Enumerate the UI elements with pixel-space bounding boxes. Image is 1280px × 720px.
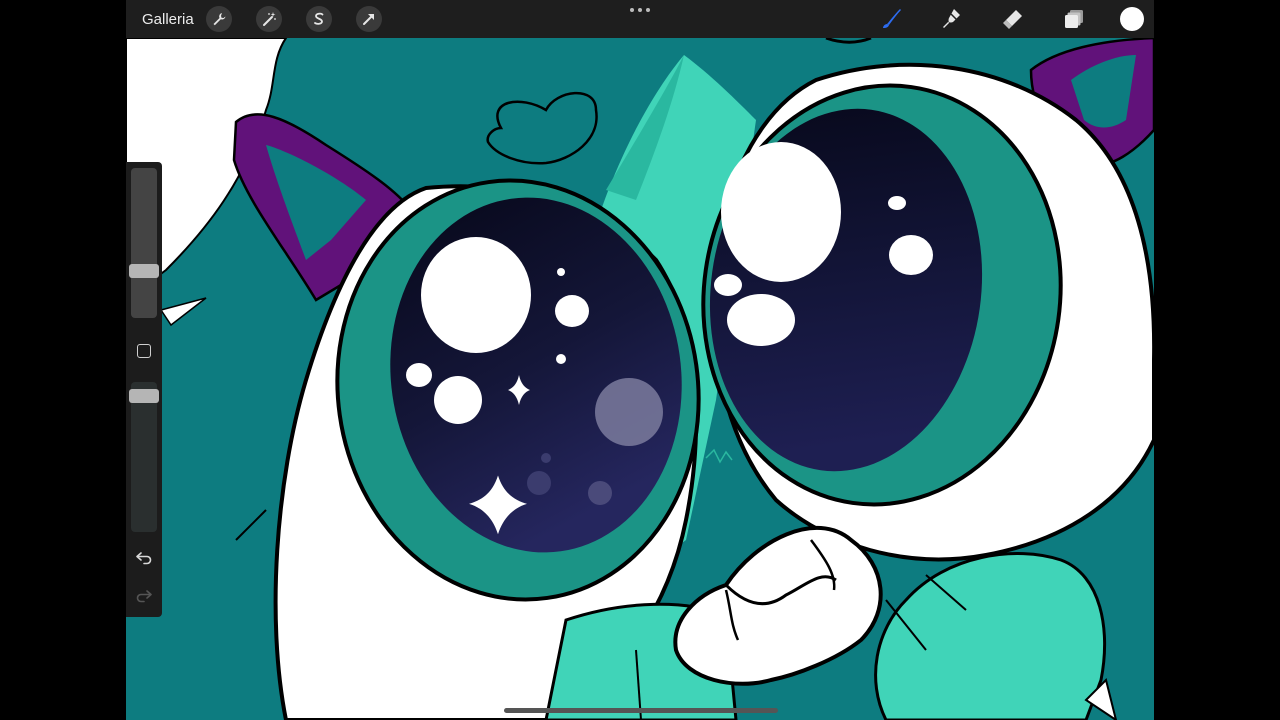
home-indicator[interactable] — [504, 708, 778, 713]
eyedropper-square-button[interactable] — [137, 344, 151, 358]
right-eye-highlight-4 — [714, 274, 742, 296]
layers-icon[interactable] — [1059, 4, 1089, 34]
brush-icon[interactable] — [876, 4, 906, 34]
more-options-icon[interactable] — [630, 4, 650, 16]
left-sidebar — [126, 162, 162, 617]
right-eye-dot — [888, 196, 906, 210]
left-eye-highlight-3 — [434, 376, 482, 424]
redo-icon[interactable] — [134, 586, 154, 606]
left-eye-reflection-4 — [541, 453, 551, 463]
opacity-slider[interactable] — [131, 382, 157, 532]
left-eye-reflection-3 — [527, 471, 551, 495]
left-eye-reflection — [595, 378, 663, 446]
top-toolbar: Galleria — [126, 0, 1154, 38]
left-eye-highlight-4 — [406, 363, 432, 387]
eraser-icon[interactable] — [998, 4, 1028, 34]
right-eye-highlight-large — [721, 142, 841, 282]
left-eye-highlight-large — [421, 237, 531, 353]
left-eye-highlight-small — [555, 295, 589, 327]
actions-wrench-icon[interactable] — [205, 6, 232, 32]
brush-size-slider[interactable] — [131, 168, 157, 318]
selection-s-icon[interactable] — [305, 6, 332, 32]
left-eye-reflection-2 — [588, 481, 612, 505]
color-swatch[interactable] — [1120, 7, 1144, 31]
right-tool-group — [845, 0, 1144, 38]
left-eye-dot-1 — [557, 268, 565, 276]
right-eye-highlight-3 — [889, 235, 933, 275]
left-eye-dot-2 — [556, 354, 566, 364]
gallery-button[interactable]: Galleria — [142, 11, 194, 28]
adjustments-magic-wand-icon[interactable] — [255, 6, 282, 32]
smudge-icon[interactable] — [937, 4, 967, 34]
right-eye-highlight-small — [727, 294, 795, 346]
opacity-thumb[interactable] — [129, 389, 159, 403]
procreate-screen: Galleria — [126, 0, 1154, 720]
transform-arrow-icon[interactable] — [355, 6, 382, 32]
brush-size-thumb[interactable] — [129, 264, 159, 278]
drawing-canvas[interactable] — [126, 0, 1154, 720]
undo-icon[interactable] — [134, 548, 154, 568]
